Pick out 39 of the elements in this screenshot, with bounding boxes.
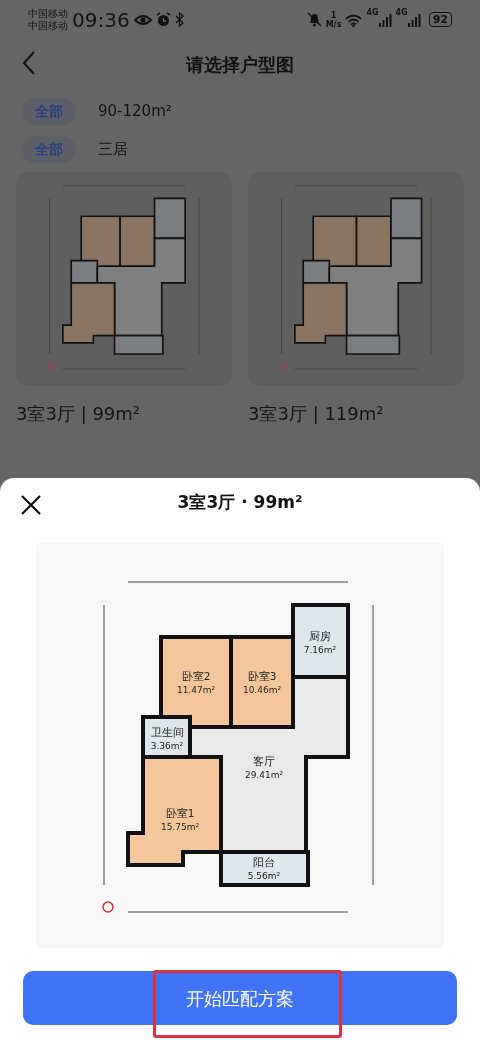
- layout-card[interactable]: [16, 172, 232, 386]
- network-type: 4G: [366, 7, 379, 17]
- page-title: 请选择户型图: [186, 52, 294, 77]
- layout-caption: 3室3厅 | 119m²: [248, 402, 385, 426]
- wifi-icon: [345, 13, 363, 27]
- signal-icon: [407, 13, 421, 27]
- room-name: 卧室1: [165, 807, 195, 819]
- room-area: 3.36m²: [150, 741, 184, 751]
- layout-caption: 3室3厅 | 99m²: [16, 402, 142, 426]
- room-area: 11.47m²: [176, 685, 216, 695]
- start-matching-button[interactable]: 开始匹配方案: [23, 971, 457, 1025]
- battery-level: 92: [428, 12, 452, 27]
- room-name: 厨房: [309, 630, 331, 642]
- room-name: 客厅: [253, 755, 275, 767]
- room-name: 卧室3: [247, 670, 277, 682]
- room-area: 10.46m²: [242, 685, 282, 695]
- eye-icon: [133, 13, 152, 26]
- carrier-name: 中国移动: [28, 7, 68, 20]
- room-area: 7.16m²: [303, 645, 337, 655]
- bluetooth-icon: [174, 12, 184, 27]
- room-area: 15.75m²: [160, 822, 200, 832]
- status-time: 09:36: [72, 7, 130, 32]
- room-name: 卫生间: [150, 726, 184, 738]
- signal-icon: [378, 13, 392, 27]
- room-area: 29.41m²: [244, 770, 284, 780]
- room-area: 5.56m²: [247, 871, 281, 881]
- layout-card[interactable]: [248, 172, 464, 386]
- alarm-icon: [155, 12, 171, 27]
- speed-value: 1: [329, 10, 338, 20]
- network-type: 4G: [395, 7, 408, 17]
- filter-value: 90-120m²: [98, 100, 172, 122]
- filter-value: 三居: [98, 138, 128, 160]
- back-button[interactable]: [22, 50, 36, 75]
- speed-unit: M/s: [325, 19, 342, 29]
- sheet-title: 3室3厅 · 99m²: [177, 491, 303, 515]
- room-name: 阳台: [253, 856, 275, 868]
- room-name: 卧室2: [181, 670, 211, 682]
- muted-bell-icon: [306, 12, 322, 27]
- carrier-name: 中国移动: [28, 19, 68, 32]
